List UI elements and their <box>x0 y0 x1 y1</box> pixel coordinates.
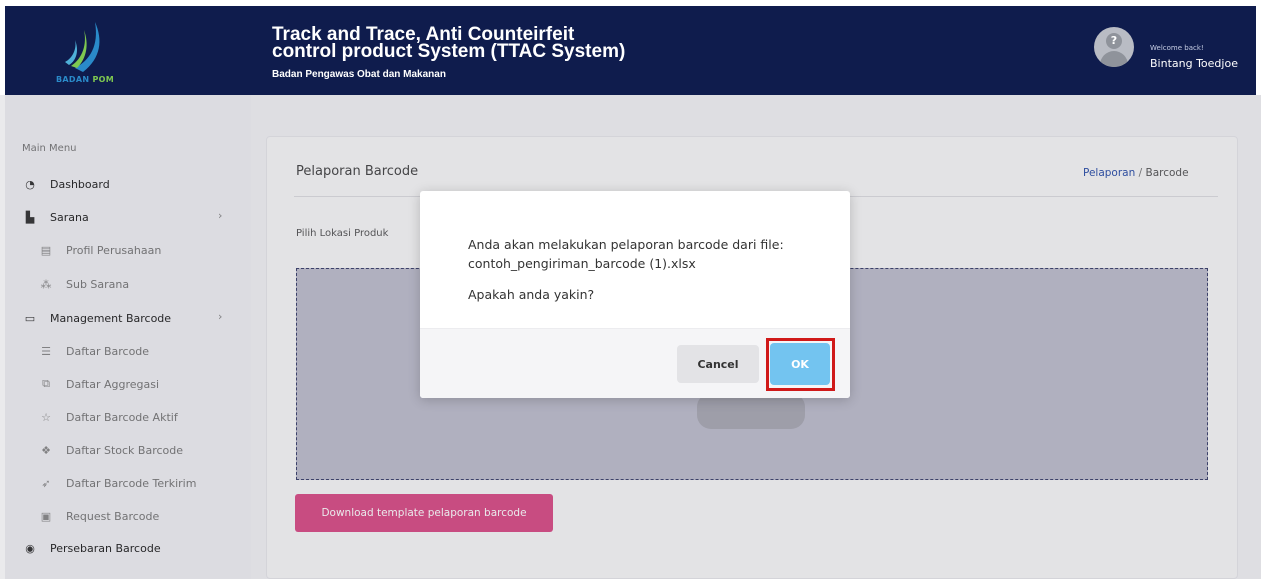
confirm-question: Apakah anda yakin? <box>468 287 595 302</box>
welcome-text: Welcome back! <box>1150 44 1204 52</box>
top-header: BADAN POM Track and Trace, Anti Counteir… <box>5 6 1256 95</box>
ok-button[interactable]: OK <box>770 343 830 385</box>
logo-text: BADAN POM <box>35 75 135 84</box>
logo-text-badan: BADAN <box>56 75 90 84</box>
logo-text-pom: POM <box>92 75 114 84</box>
user-avatar[interactable]: ? <box>1094 27 1134 67</box>
cancel-button[interactable]: Cancel <box>677 345 759 383</box>
avatar-body-shape <box>1100 51 1128 67</box>
app-subtitle: Badan Pengawas Obat dan Makanan <box>272 69 446 80</box>
logo-swoosh-icon <box>65 22 100 72</box>
confirm-message-line1: Anda akan melakukan pelaporan barcode da… <box>468 237 784 252</box>
avatar-placeholder-icon: ? <box>1110 34 1118 47</box>
app-title-line2: control product System (TTAC System) <box>272 41 626 62</box>
badan-pom-logo[interactable]: BADAN POM <box>35 18 135 88</box>
confirm-message-filename: contoh_pengiriman_barcode (1).xlsx <box>468 256 696 271</box>
user-name[interactable]: Bintang Toedjoe <box>1150 57 1238 70</box>
app-title: Track and Trace, Anti Counteirfeit contr… <box>272 25 626 62</box>
confirm-message: Anda akan melakukan pelaporan barcode da… <box>468 235 838 273</box>
